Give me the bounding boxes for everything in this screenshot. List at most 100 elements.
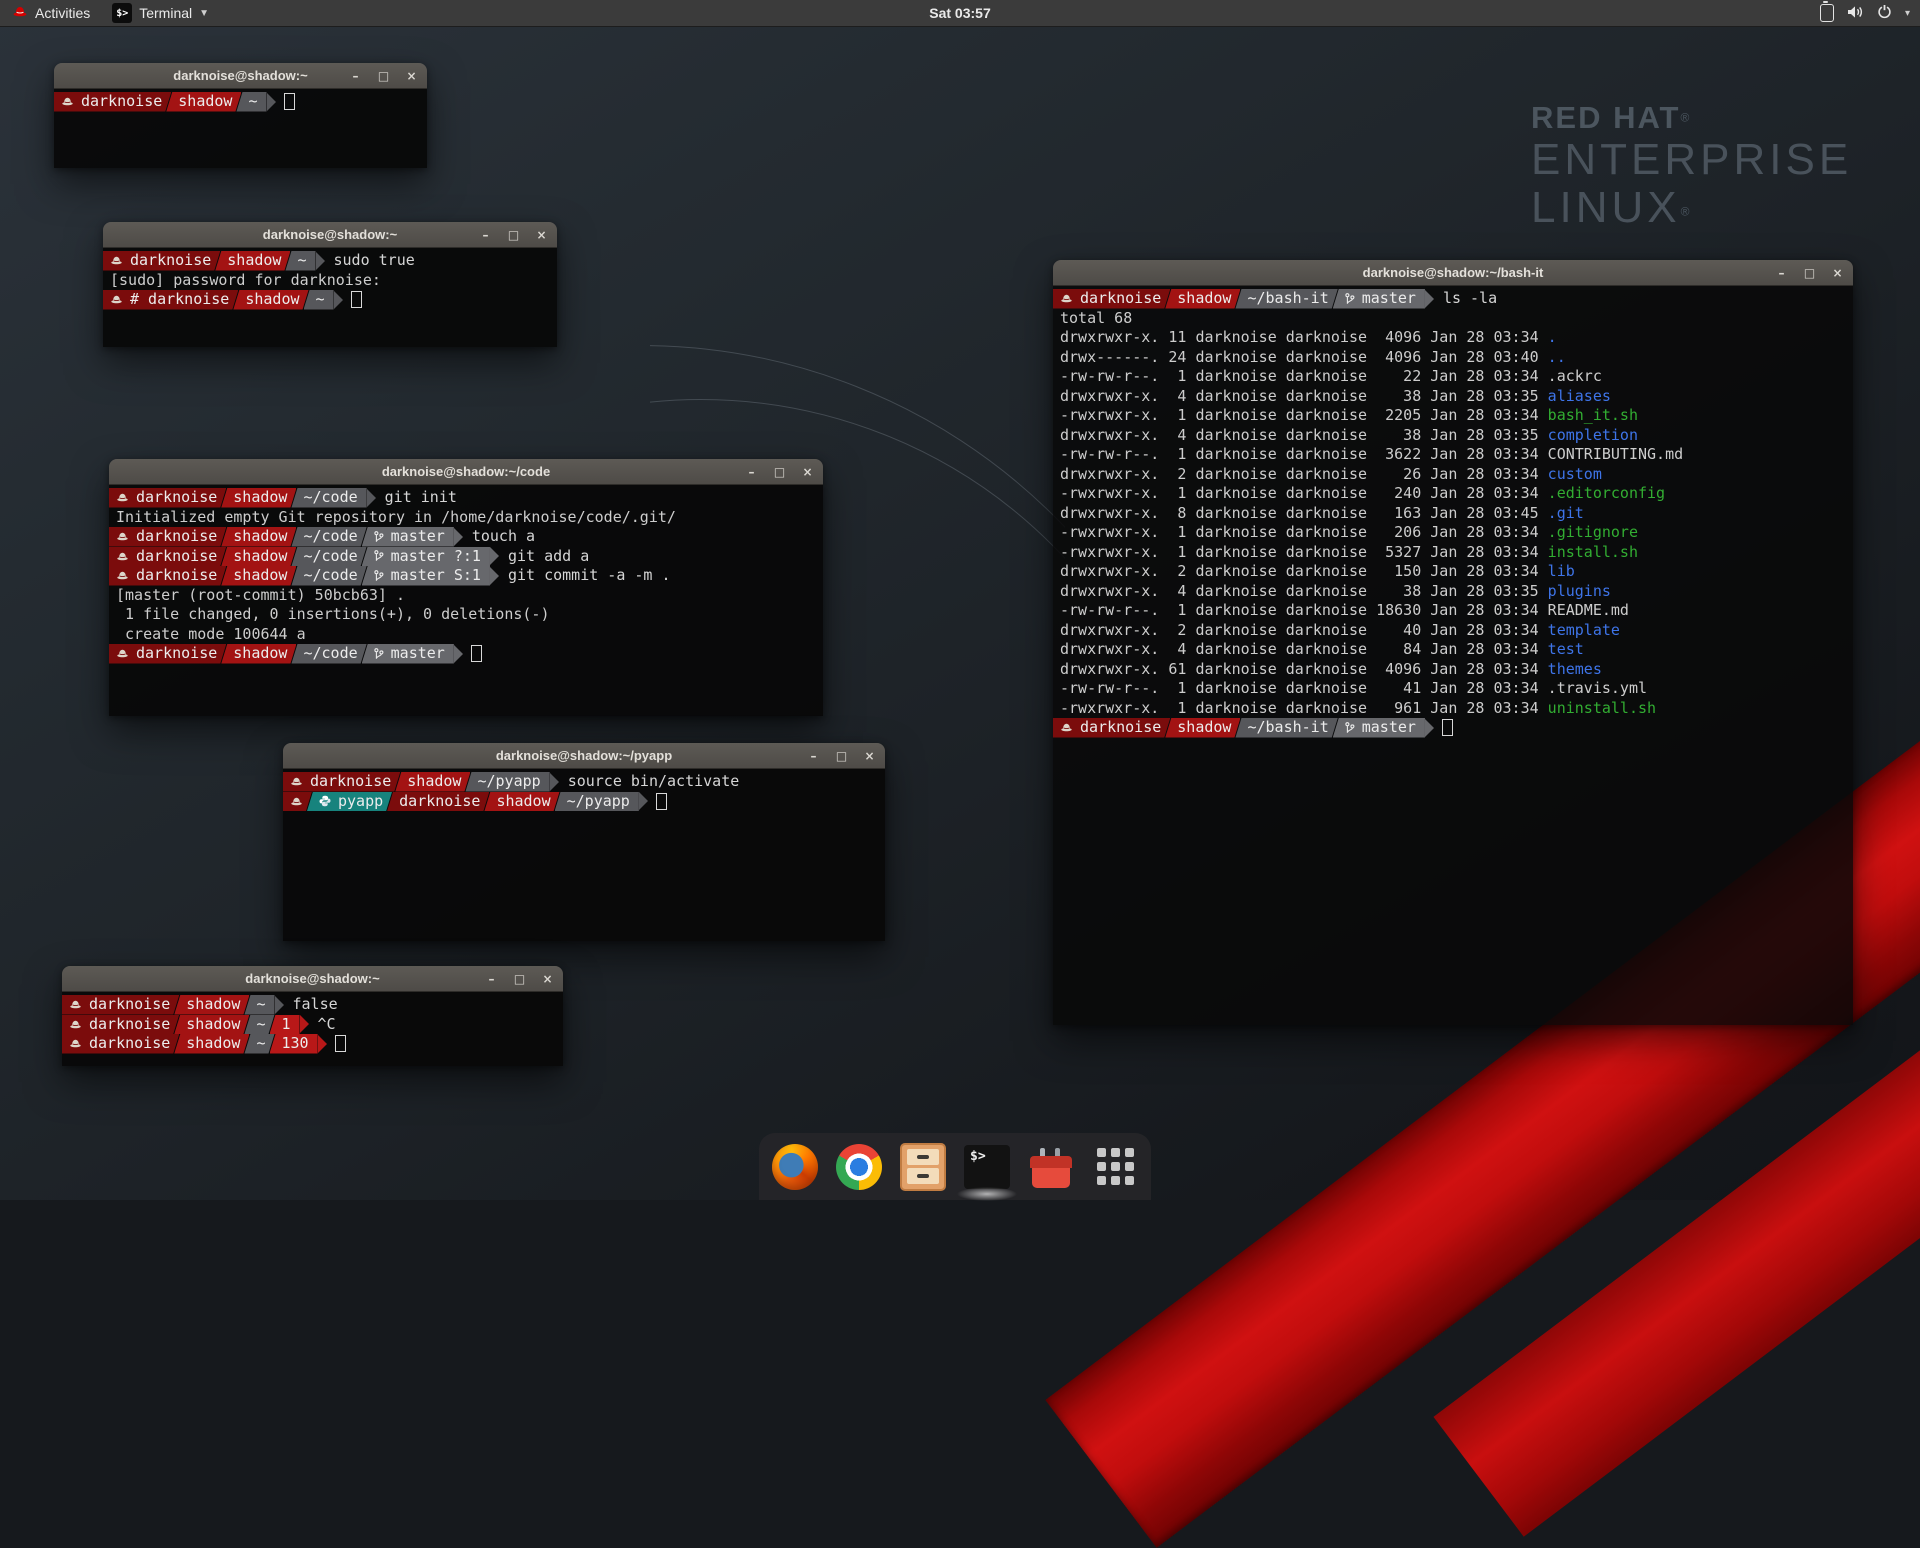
dock-item-files[interactable] xyxy=(899,1143,947,1191)
window-title: darknoise@shadow:~/pyapp xyxy=(496,748,672,763)
close-button[interactable]: × xyxy=(535,229,548,241)
redhat-icon xyxy=(69,999,82,1010)
titlebar[interactable]: darknoise@shadow:~/bash-it–□× xyxy=(1053,260,1853,286)
file-attrs: -rw-rw-r--. 1 darknoise darknoise 3622 J… xyxy=(1060,445,1548,465)
app-menu-terminal[interactable]: $> Terminal ▼ xyxy=(102,0,219,26)
prompt-segment-host: shadow xyxy=(1165,718,1240,738)
file-list-row: -rw-rw-r--. 1 darknoise darknoise 41 Jan… xyxy=(1053,679,1853,699)
prompt-segment-path: ~/bash-it xyxy=(1235,718,1337,738)
terminal-body[interactable]: darknoiseshadow~ xyxy=(54,89,427,168)
file-name: install.sh xyxy=(1548,543,1638,563)
terminal-body[interactable]: darknoiseshadow~/pyappsource bin/activat… xyxy=(283,769,885,941)
window-title: darknoise@shadow:~ xyxy=(173,68,307,83)
clock[interactable]: Sat 03:57 xyxy=(929,5,990,21)
terminal-body[interactable]: darknoiseshadow~/bash-itmasterls -latota… xyxy=(1053,286,1853,1025)
file-attrs: drwx------. 24 darknoise darknoise 4096 … xyxy=(1060,348,1548,368)
rhel-logo-enterprise: ENTERPRISE xyxy=(1531,136,1852,184)
drawer-handle xyxy=(917,1174,929,1178)
activities-button[interactable]: Activities xyxy=(0,0,102,26)
prompt-segment-path: ~ xyxy=(244,995,274,1015)
window-terminal-home-small: darknoise@shadow:~ – □ × darknoiseshadow~ xyxy=(54,63,427,168)
prompt-segment-path: ~ xyxy=(236,92,266,112)
close-button[interactable]: × xyxy=(863,750,876,762)
file-list-row: -rwxrwxr-x. 1 darknoise darknoise 240 Ja… xyxy=(1053,484,1853,504)
prompt-arrow-icon xyxy=(318,1035,327,1053)
app-menu-label: Terminal xyxy=(139,5,192,21)
command-text: touch a xyxy=(472,527,535,547)
file-name: .editorconfig xyxy=(1548,484,1665,504)
maximize-button[interactable]: □ xyxy=(507,229,520,241)
file-name: uninstall.sh xyxy=(1548,699,1656,719)
prompt-line: darknoiseshadow~false xyxy=(62,995,563,1015)
file-list-row: drwxrwxr-x. 4 darknoise darknoise 38 Jan… xyxy=(1053,426,1853,446)
file-attrs: drwxrwxr-x. 61 darknoise darknoise 4096 … xyxy=(1060,660,1548,680)
chrome-icon xyxy=(836,1144,882,1190)
file-name: .ackrc xyxy=(1548,367,1602,387)
dock-item-terminal[interactable]: $> xyxy=(963,1143,1011,1191)
maximize-button[interactable]: □ xyxy=(773,466,786,478)
dock-item-toolbox[interactable] xyxy=(1027,1143,1075,1191)
prompt-arrow-icon xyxy=(300,1015,309,1033)
prompt-segment-user: darknoise xyxy=(283,772,400,792)
prompt-arrow-icon xyxy=(490,547,499,565)
titlebar[interactable]: darknoise@shadow:~ – □ × xyxy=(54,63,427,89)
terminal-output-line: [sudo] password for darknoise: xyxy=(103,271,557,291)
maximize-button[interactable]: □ xyxy=(513,973,526,985)
terminal-body[interactable]: darknoiseshadow~falsedarknoiseshadow~1^C… xyxy=(62,992,563,1066)
minimize-button[interactable]: – xyxy=(807,750,820,762)
minimize-button[interactable]: – xyxy=(349,70,362,82)
maximize-button[interactable]: □ xyxy=(377,70,390,82)
dock-item-chrome[interactable] xyxy=(835,1143,883,1191)
titlebar[interactable]: darknoise@shadow:~/code–□× xyxy=(109,459,823,485)
terminal-body[interactable]: darknoiseshadow~/codegit initInitialized… xyxy=(109,485,823,716)
maximize-button[interactable]: □ xyxy=(1803,267,1816,279)
prompt-line: darknoiseshadow~/codemaster xyxy=(109,644,823,664)
prompt-arrow-icon xyxy=(454,528,463,546)
prompt-line: darknoiseshadow~/codemaster S:1git commi… xyxy=(109,566,823,586)
prompt-segment-path: ~ xyxy=(304,290,334,310)
prompt-segment-path: ~/code xyxy=(291,488,366,508)
file-attrs: -rw-rw-r--. 1 darknoise darknoise 18630 … xyxy=(1060,601,1548,621)
prompt-segment-user: darknoise xyxy=(62,1015,179,1035)
minimize-button[interactable]: – xyxy=(485,973,498,985)
top-bar: Activities $> Terminal ▼ Sat 03:57 ▾ xyxy=(0,0,1920,27)
file-list-row: -rwxrwxr-x. 1 darknoise darknoise 206 Ja… xyxy=(1053,523,1853,543)
terminal-body[interactable]: darknoiseshadow~sudo true[sudo] password… xyxy=(103,248,557,347)
redhat-icon xyxy=(69,1038,82,1049)
terminal-app-icon: $> xyxy=(112,3,132,23)
minimize-button[interactable]: – xyxy=(1775,267,1788,279)
prompt-segment-exit: 130 xyxy=(270,1034,318,1054)
prompt-segment-path: ~/code xyxy=(291,566,366,586)
minimize-button[interactable]: – xyxy=(745,466,758,478)
prompt-segment-user: darknoise xyxy=(62,995,179,1015)
prompt-arrow-icon xyxy=(490,567,499,585)
prompt-segment-path: ~/bash-it xyxy=(1235,289,1337,309)
titlebar[interactable]: darknoise@shadow:~–□× xyxy=(62,966,563,992)
command-text: git add a xyxy=(508,547,589,567)
titlebar[interactable]: darknoise@shadow:~–□× xyxy=(103,222,557,248)
close-button[interactable]: × xyxy=(801,466,814,478)
terminal-cursor xyxy=(335,1035,346,1052)
branch-icon xyxy=(1345,721,1355,735)
prompt-arrow-icon xyxy=(1425,719,1434,737)
window-terminal-exit-codes: darknoise@shadow:~–□×darknoiseshadow~fal… xyxy=(62,966,563,1066)
prompt-arrow-icon xyxy=(316,252,325,270)
file-attrs: drwxrwxr-x. 4 darknoise darknoise 84 Jan… xyxy=(1060,640,1548,660)
maximize-button[interactable]: □ xyxy=(835,750,848,762)
close-button[interactable]: × xyxy=(541,973,554,985)
close-button[interactable]: × xyxy=(1831,267,1844,279)
close-button[interactable]: × xyxy=(405,70,418,82)
minimize-button[interactable]: – xyxy=(479,229,492,241)
dock-item-app-grid[interactable] xyxy=(1091,1143,1139,1191)
titlebar[interactable]: darknoise@shadow:~/pyapp – □ × xyxy=(283,743,885,769)
dock-item-firefox[interactable] xyxy=(771,1143,819,1191)
grid-dot xyxy=(1097,1162,1106,1171)
file-name: custom xyxy=(1548,465,1602,485)
registered-mark: ® xyxy=(1680,111,1689,125)
prompt-arrow-icon xyxy=(275,996,284,1014)
prompt-segment-path: ~/pyapp xyxy=(555,792,639,812)
prompt-segment-venv: pyapp xyxy=(307,792,392,812)
system-tray[interactable]: ▾ xyxy=(1820,0,1910,26)
terminal-cursor xyxy=(284,93,295,110)
file-list-row: drwxrwxr-x. 11 darknoise darknoise 4096 … xyxy=(1053,328,1853,348)
